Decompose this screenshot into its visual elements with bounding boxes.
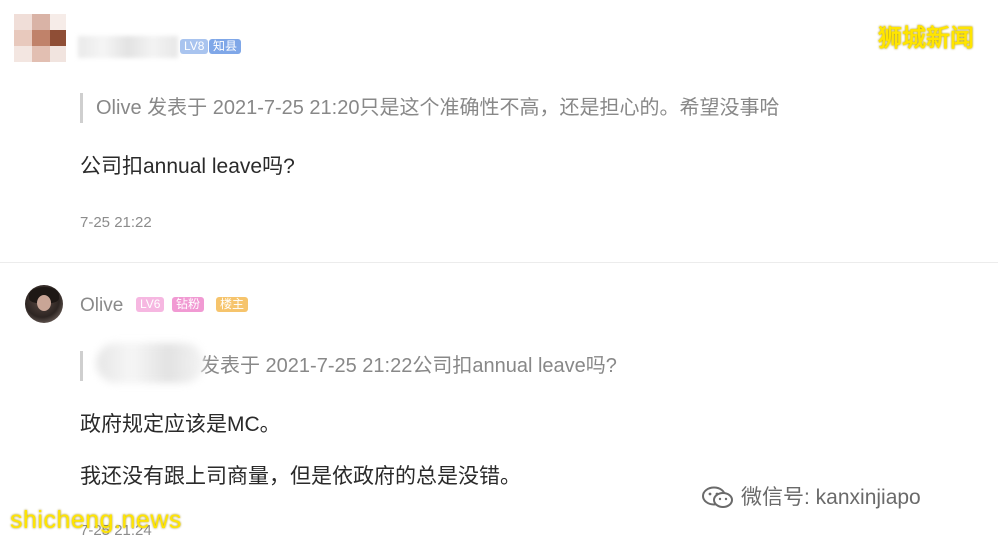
wechat-watermark: 微信号: kanxinjiapo [701,481,921,511]
avatar[interactable] [14,14,66,76]
quote-text: 发表于 2021-7-25 21:22公司扣annual leave吗? [200,355,617,377]
blurred-author [96,343,204,383]
wechat-id: 微信号: kanxinjiapo [741,486,921,509]
wechat-icon [701,486,735,510]
watermark-site: shicheng.news [10,506,182,534]
comment-text: 公司扣annual leave吗? [80,155,295,178]
title-badge: 知县 [209,39,242,54]
comment-post-1: LV8 知县 Olive 发表于 2021-7-25 21:20只是这个准确性不… [0,0,998,262]
comment-text: 政府规定应该是MC。 [80,413,281,436]
timestamp: 7-25 21:22 [80,214,152,231]
level-badge: LV6 [136,297,165,312]
username-blurred[interactable] [78,36,178,58]
fan-badge: 钻粉 [172,297,205,312]
avatar[interactable] [25,285,63,323]
op-badge: 楼主 [216,297,249,312]
divider [0,262,998,263]
quote-block: Olive 发表于 2021-7-25 21:20只是这个准确性不高，还是担心的… [80,93,779,123]
quote-author[interactable]: Olive [96,97,142,119]
level-badge: LV8 [180,39,209,54]
comment-text: 我还没有跟上司商量，但是依政府的总是没错。 [80,465,521,488]
username[interactable]: Olive [80,295,123,317]
quote-text: 发表于 2021-7-25 21:20只是这个准确性不高，还是担心的。希望没事哈 [147,97,780,119]
watermark-logo: 狮城新闻 [878,25,974,52]
